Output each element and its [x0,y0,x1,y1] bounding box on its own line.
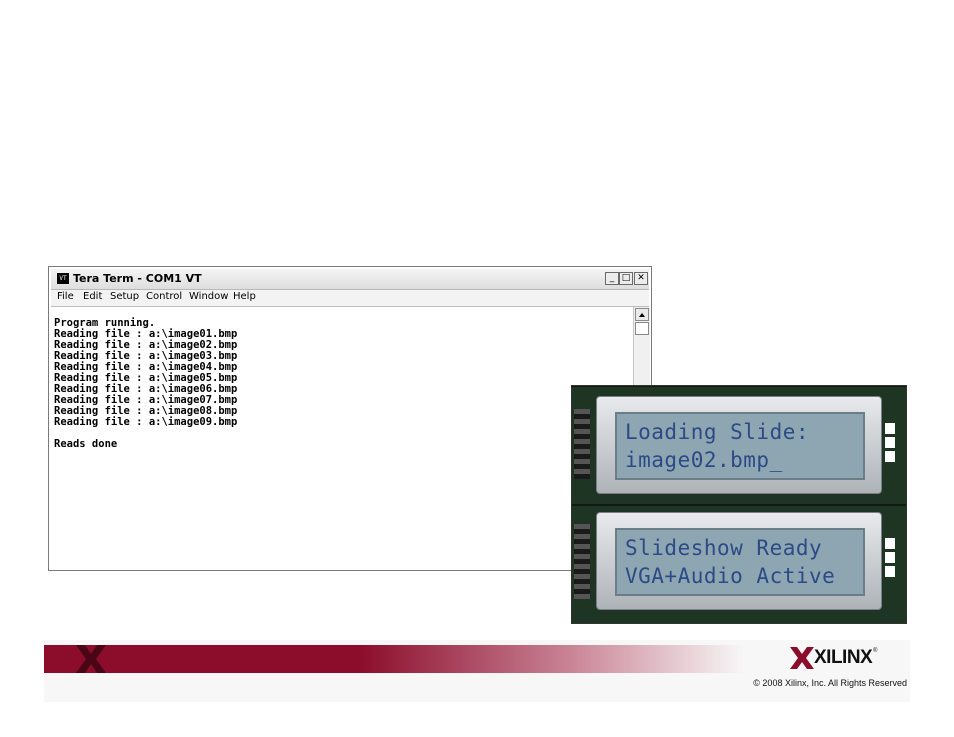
menu-window[interactable]: Window [189,291,228,302]
menu-edit[interactable]: Edit [83,291,102,302]
lcd-bezel: Slideshow Ready VGA+Audio Active [596,512,882,610]
terminal-icon[interactable]: VT [57,273,69,284]
title-bar[interactable]: VT Tera Term - COM1 VT _ □ ✕ [51,269,649,290]
minimize-button[interactable]: _ [605,272,619,285]
registered-mark: ® [873,648,878,654]
lcd-line: Loading Slide: [625,420,810,444]
menu-bar: File Edit Setup Control Window Help [51,290,649,307]
maximize-button[interactable]: □ [619,272,633,285]
footer-band [44,645,744,673]
xilinx-logo-icon [790,647,814,669]
menu-control[interactable]: Control [146,291,182,302]
scroll-thumb[interactable] [635,322,649,335]
lcd-line: VGA+Audio Active [625,564,836,588]
window-title: Tera Term - COM1 VT [73,272,202,285]
terminal-line: Reading file : a:\image09.bmp [54,416,238,428]
lcd-line: image02.bmp_ [625,448,783,472]
logo-text: XILINX [814,647,873,668]
scroll-up-arrow-icon[interactable] [635,308,649,321]
lcd-photo: Loading Slide: image02.bmp_ Slideshow Re… [571,385,907,624]
lcd-line: Slideshow Ready [625,536,823,560]
terminal-line: Reads done [54,438,118,450]
menu-setup[interactable]: Setup [110,291,139,302]
lcd-board-top: Loading Slide: image02.bmp_ [572,387,906,504]
lcd-screen: Loading Slide: image02.bmp_ [615,412,865,480]
header-pins-icon [574,409,590,479]
connector-tabs-icon [885,538,895,580]
terminal-output[interactable]: Program running. Reading file : a:\image… [51,307,631,569]
copyright-text: © 2008 Xilinx, Inc. All Rights Reserved [753,678,907,688]
connector-tabs-icon [885,423,895,465]
brand-x-icon [76,645,106,673]
lcd-board-bottom: Slideshow Ready VGA+Audio Active [572,506,906,623]
tera-term-window: VT Tera Term - COM1 VT _ □ ✕ File Edit S… [48,266,652,571]
menu-help[interactable]: Help [233,291,256,302]
menu-file[interactable]: File [57,291,74,302]
header-pins-icon [574,524,590,599]
lcd-bezel: Loading Slide: image02.bmp_ [596,396,882,494]
close-button[interactable]: ✕ [634,272,648,285]
lcd-screen: Slideshow Ready VGA+Audio Active [615,528,865,596]
